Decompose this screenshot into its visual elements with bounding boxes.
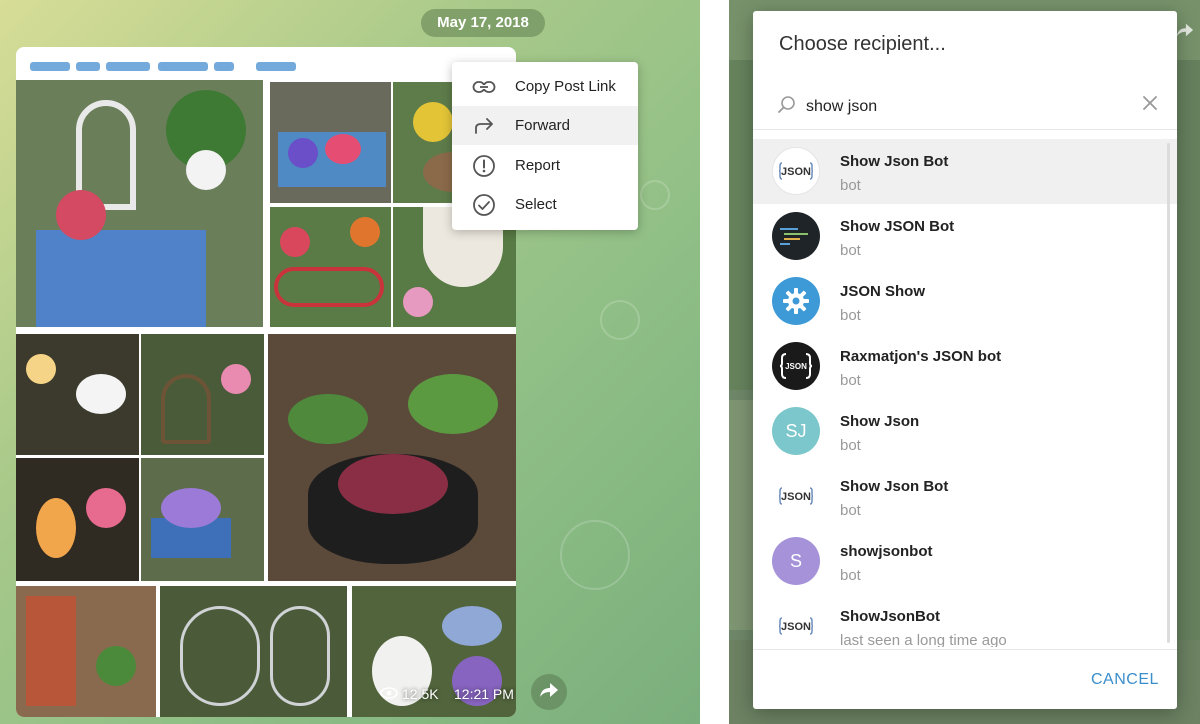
background-doodle <box>640 180 670 210</box>
search-input[interactable] <box>806 93 1136 121</box>
album-photo[interactable] <box>16 586 156 717</box>
menu-item-select[interactable]: Select <box>452 185 638 224</box>
recipient-list[interactable]: JSON Show Json Bot bot Show JSON Bot bot… <box>753 139 1177 647</box>
album-photo[interactable] <box>16 334 139 455</box>
forward-arrow-icon <box>470 112 498 140</box>
album-photo[interactable] <box>141 458 264 581</box>
svg-text:JSON: JSON <box>781 491 811 503</box>
search-icon <box>777 95 797 120</box>
menu-item-forward[interactable]: Forward <box>452 106 638 145</box>
share-button[interactable] <box>531 674 567 710</box>
date-separator: May 17, 2018 <box>421 9 545 37</box>
svg-text:JSON: JSON <box>781 621 811 633</box>
recipient-row[interactable]: JSON Raxmatjon's JSON bot bot <box>753 334 1177 399</box>
recipient-row[interactable]: JSON ShowJsonBot last seen a long time a… <box>753 594 1177 647</box>
album-photo[interactable] <box>160 586 347 717</box>
recipient-subtitle: bot <box>840 372 861 389</box>
menu-item-copy-post-link[interactable]: Copy Post Link <box>452 67 638 106</box>
recipient-name: Show Json Bot <box>840 153 949 170</box>
context-menu: Copy Post Link Forward Report Select <box>452 62 638 230</box>
album-photo[interactable] <box>16 80 263 327</box>
recipient-name: Show Json Bot <box>840 478 949 495</box>
recipient-name: showjsonbot <box>840 543 933 560</box>
share-arrow-icon <box>1176 22 1194 43</box>
recipient-row[interactable]: S showjsonbot bot <box>753 529 1177 594</box>
recipient-row[interactable]: JSON Show Json Bot bot <box>753 139 1177 204</box>
recipient-subtitle: bot <box>840 242 861 259</box>
recipient-subtitle: bot <box>840 307 861 324</box>
menu-item-label: Forward <box>515 117 571 134</box>
blurred-caption <box>30 58 296 76</box>
menu-item-label: Select <box>515 196 557 213</box>
recipient-name: ShowJsonBot <box>840 608 940 625</box>
menu-item-report[interactable]: Report <box>452 146 638 185</box>
search-bar <box>753 85 1177 129</box>
avatar-gear-icon <box>772 277 820 325</box>
album-photo[interactable] <box>268 334 516 581</box>
share-arrow-icon <box>539 682 559 703</box>
menu-item-label: Report <box>515 157 561 174</box>
eye-icon <box>380 686 398 703</box>
post-time: 12:21 PM <box>454 686 514 702</box>
avatar-json-logo-icon: JSON <box>772 147 820 195</box>
album-photo[interactable] <box>16 458 139 581</box>
svg-text:JSON: JSON <box>785 362 807 371</box>
recipient-row[interactable]: Show JSON Bot bot <box>753 204 1177 269</box>
menu-item-label: Copy Post Link <box>515 78 616 95</box>
chat-area: May 17, 2018 12.5K 12:21 PM Copy Post Li… <box>0 0 700 724</box>
avatar-initials: S <box>772 537 820 585</box>
clear-search-icon[interactable] <box>1141 94 1159 117</box>
scrollbar[interactable] <box>1167 143 1170 643</box>
background-doodle <box>600 300 640 340</box>
choose-recipient-dialog: Choose recipient... JSON Show Json Bot b… <box>753 11 1177 709</box>
view-count: 12.5K <box>402 686 439 702</box>
report-icon <box>470 152 498 180</box>
divider <box>753 129 1177 130</box>
link-icon <box>470 73 498 101</box>
recipient-subtitle: bot <box>840 502 861 519</box>
recipient-subtitle: bot <box>840 567 861 584</box>
album-photo[interactable] <box>141 334 264 455</box>
avatar-initials: SJ <box>772 407 820 455</box>
recipient-row[interactable]: JSON Show Json Bot bot <box>753 464 1177 529</box>
album-photo[interactable] <box>270 207 391 327</box>
recipient-row[interactable]: SJ Show Json bot <box>753 399 1177 464</box>
recipient-subtitle: last seen a long time ago <box>840 632 1007 647</box>
recipient-subtitle: bot <box>840 177 861 194</box>
cancel-button[interactable]: CANCEL <box>1091 671 1159 689</box>
post-meta: 12.5K 12:21 PM <box>368 684 516 708</box>
avatar-json-braces-icon: JSON <box>772 342 820 390</box>
avatar-json-logo-icon: JSON <box>772 472 820 520</box>
album-post[interactable]: 12.5K 12:21 PM <box>16 47 516 717</box>
dialog-title: Choose recipient... <box>779 33 946 55</box>
recipient-name: Raxmatjon's JSON bot <box>840 348 1002 365</box>
album-photo[interactable] <box>270 82 391 203</box>
avatar-json-logo-icon: JSON <box>772 602 820 647</box>
recipient-name: Show Json <box>840 413 920 430</box>
recipient-row[interactable]: JSON Show bot <box>753 269 1177 334</box>
recipient-name: Show JSON Bot <box>840 218 955 235</box>
background-doodle <box>560 520 630 590</box>
recipient-name: JSON Show <box>840 283 926 300</box>
check-circle-icon <box>470 191 498 219</box>
recipient-subtitle: bot <box>840 437 861 454</box>
divider <box>753 649 1177 650</box>
svg-text:JSON: JSON <box>781 166 811 178</box>
avatar-code-icon <box>772 212 820 260</box>
